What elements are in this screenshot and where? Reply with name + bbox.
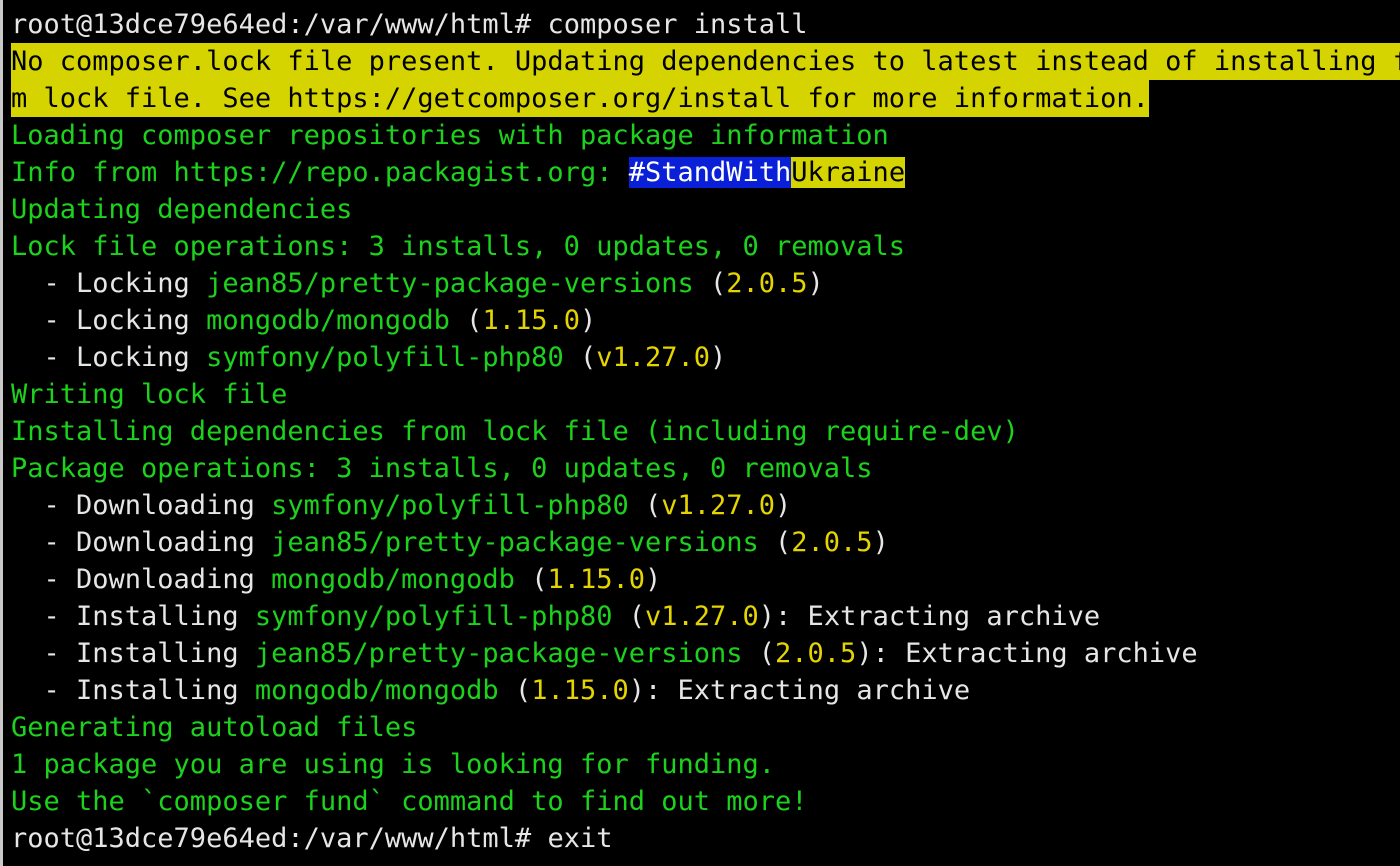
paren-open: ( <box>742 638 776 669</box>
lock-item: - Locking mongodb/mongodb (1.15.0) <box>11 302 1400 339</box>
prompt-line-composer-install: root@13dce79e64ed:/var/www/html# compose… <box>11 6 1400 43</box>
generating-autoload-line: Generating autoload files <box>11 712 418 743</box>
info-prefix: Info from https://repo.packagist.org: <box>11 157 629 188</box>
prompt-line-exit: root@13dce79e64ed:/var/www/html# exit <box>11 820 1400 857</box>
package-name: jean85/pretty-package-versions <box>254 638 743 669</box>
paren-open: ( <box>612 601 645 632</box>
package-version: v1.27.0 <box>661 490 776 521</box>
package-version: 1.15.0 <box>482 305 580 336</box>
action-text: - Installing <box>11 675 255 706</box>
package-version: 1.15.0 <box>531 675 629 706</box>
installing-deps-line: Installing dependencies from lock file (… <box>11 416 1019 447</box>
install-item: - Installing symfony/polyfill-php80 (v1.… <box>11 598 1400 635</box>
writing-lock-line: Writing lock file <box>11 379 288 410</box>
install-item: - Installing jean85/pretty-package-versi… <box>11 635 1400 672</box>
action-text: - Locking <box>11 268 207 299</box>
package-name: symfony/polyfill-php80 <box>271 490 629 521</box>
window-left-border <box>0 0 3 866</box>
terminal-output: root@13dce79e64ed:/var/www/html# compose… <box>11 0 1400 857</box>
terminal-window[interactable]: root@13dce79e64ed:/var/www/html# compose… <box>0 0 1400 866</box>
lock-ops-line: Lock file operations: 3 installs, 0 upda… <box>11 231 906 262</box>
package-name: jean85/pretty-package-versions <box>271 527 759 558</box>
paren-open: ( <box>758 527 792 558</box>
package-version: 1.15.0 <box>547 564 645 595</box>
paren-close: ) <box>758 601 776 632</box>
ukraine-highlight: Ukraine <box>791 157 906 188</box>
warning-line-2: m lock file. See https://getcomposer.org… <box>11 80 1400 117</box>
paren-close: ) <box>710 342 727 373</box>
package-name: symfony/polyfill-php80 <box>254 601 613 632</box>
action-text: - Locking <box>11 342 207 373</box>
lock-item: - Locking jean85/pretty-package-versions… <box>11 265 1400 302</box>
paren-open: ( <box>514 564 548 595</box>
action-text: - Downloading <box>11 490 272 521</box>
info-line: Info from https://repo.packagist.org: #S… <box>11 154 1400 191</box>
package-name: mongodb/mongodb <box>206 305 450 336</box>
paren-open: ( <box>693 268 727 299</box>
package-version: 2.0.5 <box>775 638 857 669</box>
loading-repos-line: Loading composer repositories with packa… <box>11 120 889 151</box>
shell-prompt: root@13dce79e64ed:/var/www/html# <box>11 9 548 40</box>
download-item: - Downloading jean85/pretty-package-vers… <box>11 524 1400 561</box>
updating-line: Updating dependencies <box>11 194 353 225</box>
install-suffix: : Extracting archive <box>872 638 1198 669</box>
action-text: - Downloading <box>11 564 272 595</box>
install-item: - Installing mongodb/mongodb (1.15.0): E… <box>11 672 1400 709</box>
lock-item: - Locking symfony/polyfill-php80 (v1.27.… <box>11 339 1400 376</box>
action-text: - Installing <box>11 638 255 669</box>
paren-close: ) <box>645 564 662 595</box>
package-version: 2.0.5 <box>791 527 873 558</box>
stand-with-highlight: #StandWith <box>628 157 792 188</box>
package-name: jean85/pretty-package-versions <box>206 268 694 299</box>
download-item: - Downloading symfony/polyfill-php80 (v1… <box>11 487 1400 524</box>
package-version: 2.0.5 <box>726 268 808 299</box>
action-text: - Installing <box>11 601 255 632</box>
funding-line-1: 1 package you are using is looking for f… <box>11 749 776 780</box>
scrolled-off-line <box>11 0 1400 6</box>
shell-prompt: root@13dce79e64ed:/var/www/html# <box>11 823 548 854</box>
command-text: exit <box>547 823 613 854</box>
install-suffix: : Extracting archive <box>645 675 971 706</box>
package-name: symfony/polyfill-php80 <box>206 342 564 373</box>
package-name: mongodb/mongodb <box>254 675 499 706</box>
download-item: - Downloading mongodb/mongodb (1.15.0) <box>11 561 1400 598</box>
pkg-ops-line: Package operations: 3 installs, 0 update… <box>11 453 873 484</box>
paren-close: ) <box>628 675 646 706</box>
warning-line-1: No composer.lock file present. Updating … <box>11 43 1400 80</box>
command-text: composer install <box>547 9 808 40</box>
paren-open: ( <box>563 342 597 373</box>
package-version: v1.27.0 <box>644 601 759 632</box>
action-text: - Locking <box>11 305 207 336</box>
paren-open: ( <box>449 305 483 336</box>
paren-close: ) <box>807 268 824 299</box>
paren-close: ) <box>872 527 889 558</box>
package-name: mongodb/mongodb <box>271 564 515 595</box>
install-suffix: : Extracting archive <box>775 601 1101 632</box>
action-text: - Downloading <box>11 527 272 558</box>
funding-line-2: Use the `composer fund` command to find … <box>11 786 808 817</box>
warning-text: No composer.lock file present. Updating … <box>11 43 1400 80</box>
warning-text: m lock file. See https://getcomposer.org… <box>11 80 1149 117</box>
paren-close: ) <box>579 305 597 336</box>
paren-open: ( <box>498 675 532 706</box>
paren-open: ( <box>628 490 662 521</box>
package-version: v1.27.0 <box>596 342 711 373</box>
paren-close: ) <box>856 638 873 669</box>
paren-close: ) <box>775 490 792 521</box>
